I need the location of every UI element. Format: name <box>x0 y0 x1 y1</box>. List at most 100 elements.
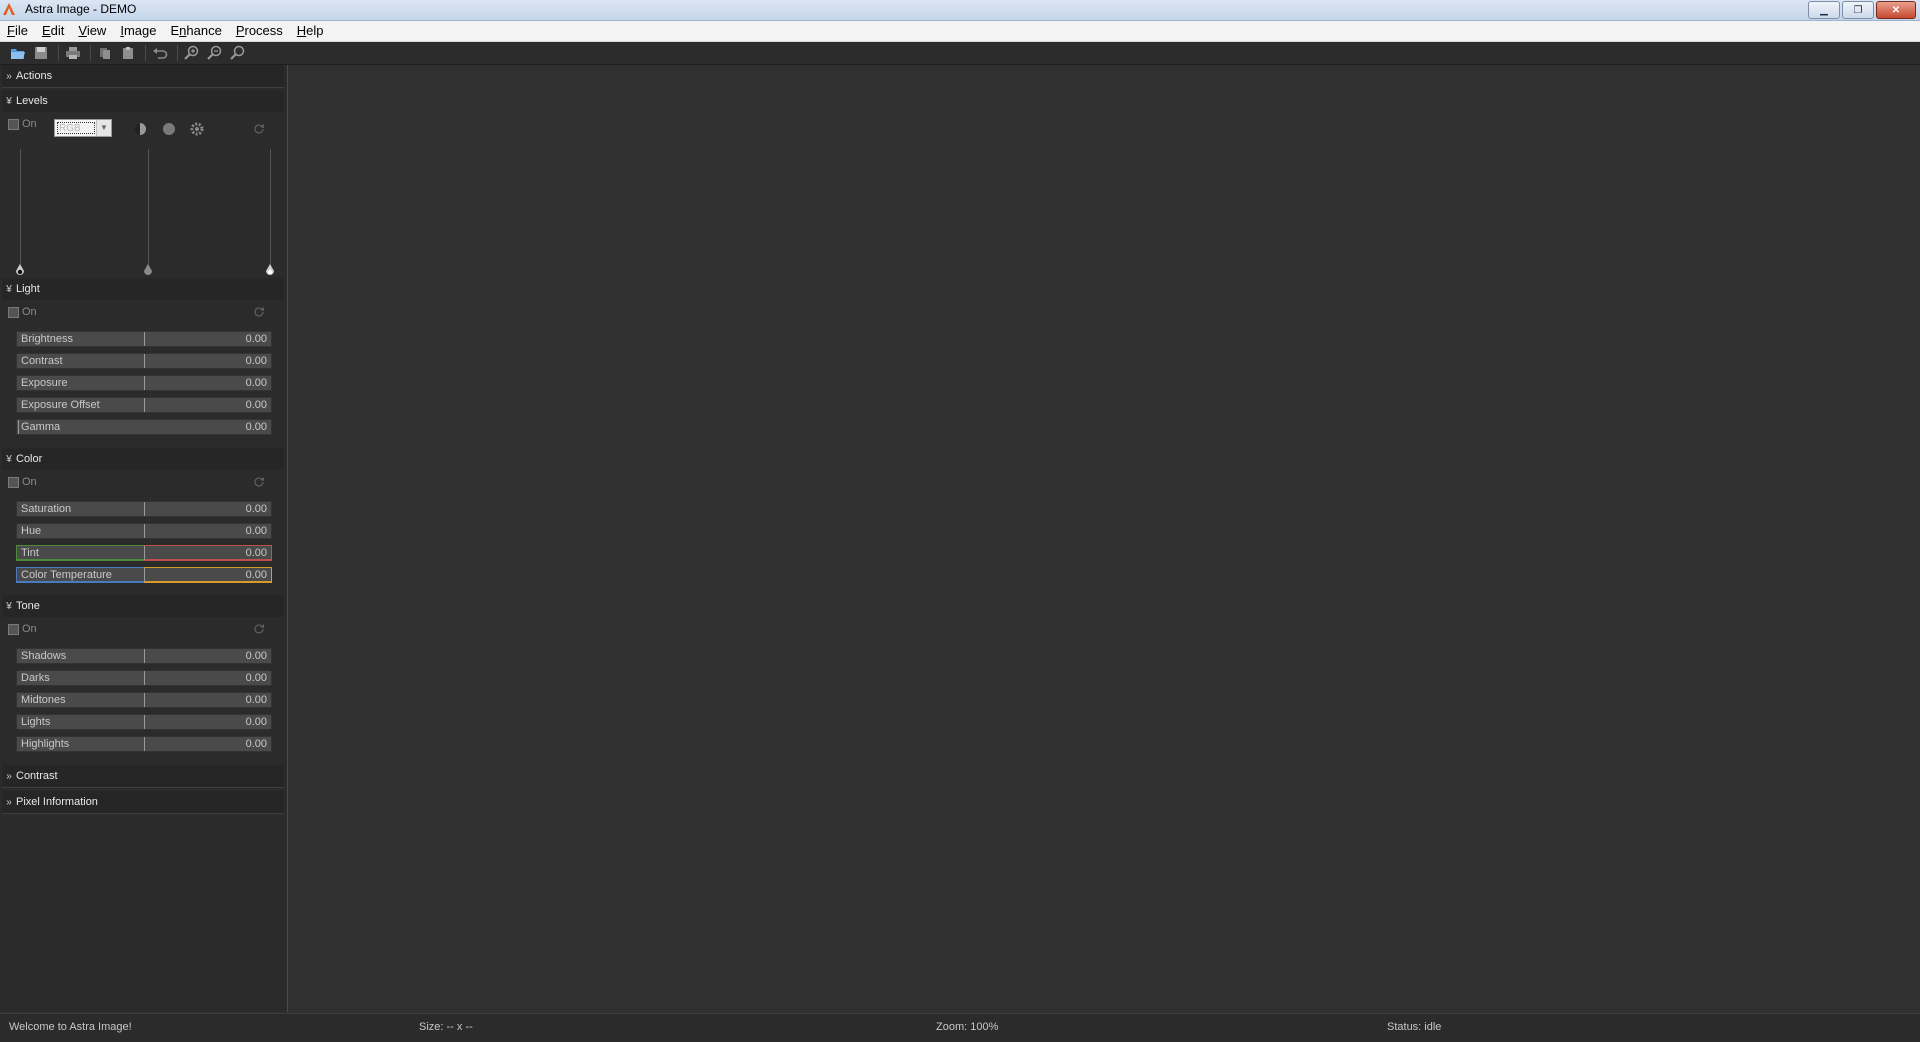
highlights-slider[interactable]: Highlights 0.00 <box>16 736 272 752</box>
color-temperature-slider[interactable]: Color Temperature 0.00 <box>16 567 272 583</box>
print-icon[interactable] <box>63 43 83 63</box>
zoom-fit-icon[interactable] <box>228 43 248 63</box>
black-point-icon[interactable] <box>132 121 148 137</box>
contrast-slider[interactable]: Contrast 0.00 <box>16 353 272 369</box>
slider-handle[interactable] <box>144 693 145 707</box>
reset-icon[interactable] <box>252 305 266 319</box>
exposure-slider[interactable]: Exposure 0.00 <box>16 375 272 391</box>
menu-process[interactable]: Process <box>229 21 290 41</box>
levels-white-track <box>270 149 271 271</box>
status-bar: Welcome to Astra Image! Size: -- x -- Zo… <box>0 1013 1920 1042</box>
tone-on-toggle[interactable]: On <box>8 623 37 635</box>
undo-icon[interactable] <box>150 43 170 63</box>
paste-icon[interactable] <box>118 43 138 63</box>
zoom-out-icon[interactable] <box>205 43 225 63</box>
slider-handle[interactable] <box>144 671 145 685</box>
channel-select[interactable]: RGB ▼ <box>54 119 112 137</box>
section-tone-header[interactable]: ¥ Tone <box>2 595 284 617</box>
slider-handle[interactable] <box>144 737 145 751</box>
slider-handle[interactable] <box>144 524 145 538</box>
slider-handle[interactable] <box>144 398 145 412</box>
slider-handle[interactable] <box>18 420 19 434</box>
slider-handle[interactable] <box>144 568 145 582</box>
slider-value: 0.00 <box>245 547 267 559</box>
checkbox[interactable] <box>8 476 19 488</box>
section-color-header[interactable]: ¥ Color <box>2 448 284 470</box>
menu-image[interactable]: Image <box>113 21 163 41</box>
copy-icon[interactable] <box>95 43 115 63</box>
close-button[interactable]: ✕ <box>1876 1 1916 19</box>
section-pixel-info-header[interactable]: » Pixel Information <box>2 791 284 813</box>
slider-handle[interactable] <box>144 354 145 368</box>
reset-icon[interactable] <box>252 622 266 636</box>
light-on-toggle[interactable]: On <box>8 306 37 318</box>
menu-view[interactable]: View <box>71 21 113 41</box>
slider-value: 0.00 <box>245 738 267 750</box>
levels-gray-track <box>148 149 149 271</box>
slider-handle[interactable] <box>144 332 145 346</box>
gamma-slider[interactable]: Gamma 0.00 <box>16 419 272 435</box>
section-title: Tone <box>16 600 40 612</box>
hue-slider[interactable]: Hue 0.00 <box>16 523 272 539</box>
adjustments-panel: » Actions ¥ Levels On RGB ▼ ¥ Light On B… <box>0 65 288 1012</box>
checkbox[interactable] <box>8 306 19 318</box>
lights-slider[interactable]: Lights 0.00 <box>16 714 272 730</box>
slider-value: 0.00 <box>245 569 267 581</box>
minimize-button[interactable]: ▁ <box>1808 1 1840 19</box>
color-on-toggle[interactable]: On <box>8 476 37 488</box>
slider-value: 0.00 <box>245 421 267 433</box>
white-point-handle[interactable] <box>264 263 276 277</box>
status-state: Status: idle <box>1387 1021 1442 1033</box>
chevron-down-icon: ¥ <box>6 600 12 612</box>
toolbar <box>0 42 1920 65</box>
section-title: Actions <box>16 70 53 82</box>
section-title: Contrast <box>16 770 58 782</box>
section-contrast-header[interactable]: » Contrast <box>2 765 284 787</box>
levels-on-toggle[interactable]: On <box>8 118 37 130</box>
checkbox[interactable] <box>8 623 19 635</box>
slider-handle[interactable] <box>144 502 145 516</box>
divider <box>2 787 284 788</box>
restore-button[interactable]: ❐ <box>1842 1 1874 19</box>
levels-black-track <box>20 149 21 271</box>
slider-label: Highlights <box>21 738 70 750</box>
saturation-slider[interactable]: Saturation 0.00 <box>16 501 272 517</box>
on-label: On <box>22 118 37 130</box>
slider-handle[interactable] <box>144 715 145 729</box>
section-light-header[interactable]: ¥ Light <box>2 278 284 300</box>
window-controls: ▁ ❐ ✕ <box>1808 1 1916 19</box>
save-icon[interactable] <box>31 43 51 63</box>
shadows-slider[interactable]: Shadows 0.00 <box>16 648 272 664</box>
section-title: Pixel Information <box>16 796 98 808</box>
slider-label: Darks <box>21 672 50 684</box>
reset-icon[interactable] <box>252 475 266 489</box>
tint-slider[interactable]: Tint 0.00 <box>16 545 272 561</box>
slider-handle[interactable] <box>144 376 145 390</box>
checkbox[interactable] <box>8 118 19 130</box>
image-canvas[interactable] <box>289 65 1920 1012</box>
on-label: On <box>22 623 37 635</box>
slider-value: 0.00 <box>245 716 267 728</box>
section-actions-header[interactable]: » Actions <box>2 65 284 87</box>
exposure-offset-slider[interactable]: Exposure Offset 0.00 <box>16 397 272 413</box>
slider-value: 0.00 <box>245 525 267 537</box>
menu-enhance[interactable]: Enhance <box>163 21 228 41</box>
reset-icon[interactable] <box>252 122 266 136</box>
menu-file[interactable]: File <box>0 21 35 41</box>
settings-gear-icon[interactable] <box>189 121 205 137</box>
toolbar-separator <box>177 45 178 61</box>
slider-handle[interactable] <box>144 649 145 663</box>
menu-help[interactable]: Help <box>290 21 331 41</box>
slider-handle[interactable] <box>144 546 145 560</box>
open-icon[interactable] <box>8 43 28 63</box>
black-point-handle[interactable] <box>14 263 26 277</box>
midtones-slider[interactable]: Midtones 0.00 <box>16 692 272 708</box>
gray-point-icon[interactable] <box>161 121 177 137</box>
brightness-slider[interactable]: Brightness 0.00 <box>16 331 272 347</box>
menu-edit[interactable]: Edit <box>35 21 71 41</box>
darks-slider[interactable]: Darks 0.00 <box>16 670 272 686</box>
gray-point-handle[interactable] <box>142 263 154 277</box>
slider-label: Exposure <box>21 377 68 389</box>
zoom-in-icon[interactable] <box>182 43 202 63</box>
section-levels-header[interactable]: ¥ Levels <box>2 90 284 112</box>
